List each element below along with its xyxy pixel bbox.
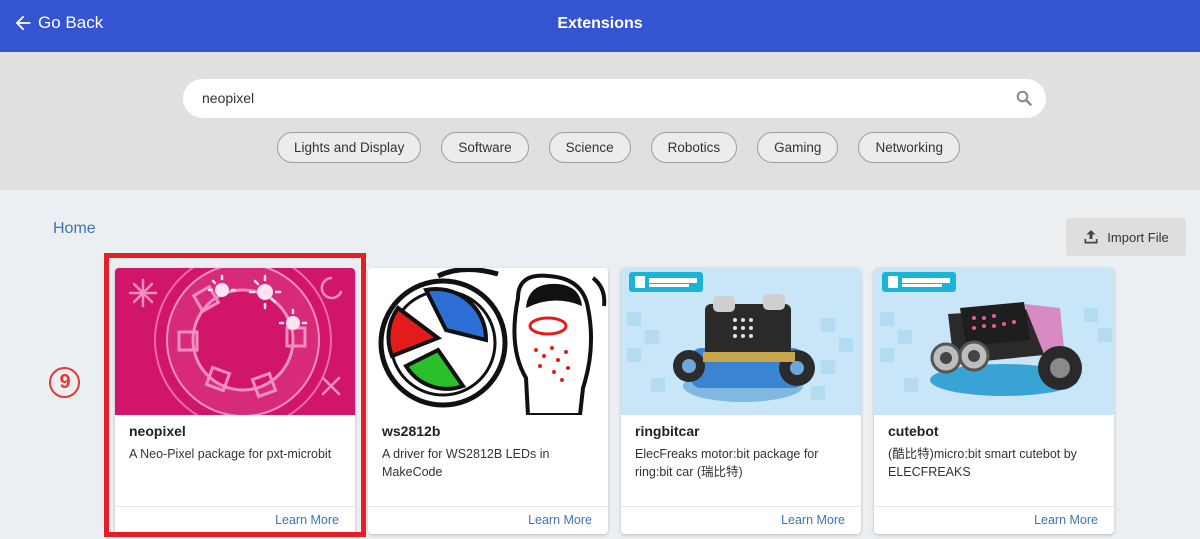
cutebot-thumbnail — [874, 268, 1114, 415]
ws2812b-thumbnail — [368, 268, 608, 415]
import-file-label: Import File — [1107, 229, 1169, 245]
ringbit-car-image — [621, 268, 861, 415]
card-title: ringbitcar — [635, 423, 700, 439]
category-robotics[interactable]: Robotics — [650, 132, 738, 163]
card-description: ElecFreaks motor:bit package for ring:bi… — [635, 447, 819, 479]
card-footer: Learn More — [368, 506, 608, 534]
cutebot-car-image — [874, 268, 1114, 415]
card-title: ws2812b — [382, 423, 441, 439]
card-footer: Learn More — [621, 506, 861, 534]
extension-card-cutebot[interactable]: cutebot (酷比特)micro:bit smart cutebot by … — [874, 268, 1114, 534]
import-file-button[interactable]: Import File — [1066, 218, 1186, 256]
annotation-marker: 9 — [48, 367, 82, 398]
learn-more-link[interactable]: Learn More — [528, 513, 592, 527]
learn-more-link[interactable]: Learn More — [1034, 513, 1098, 527]
category-chips: Lights and Display Software Science Robo… — [277, 132, 960, 163]
search-box[interactable] — [183, 79, 1046, 118]
learn-more-link[interactable]: Learn More — [781, 513, 845, 527]
card-description: A driver for WS2812B LEDs in MakeCode — [382, 447, 550, 479]
search-area: Lights and Display Software Science Robo… — [0, 52, 1200, 190]
card-description: (酷比特)micro:bit smart cutebot by ELECFREA… — [888, 447, 1077, 479]
card-title: cutebot — [888, 423, 939, 439]
category-science[interactable]: Science — [548, 132, 631, 163]
category-gaming[interactable]: Gaming — [757, 132, 839, 163]
search-icon[interactable] — [1016, 90, 1032, 106]
category-networking[interactable]: Networking — [858, 132, 960, 163]
ws2812b-drawing-image — [368, 268, 608, 415]
category-software[interactable]: Software — [441, 132, 529, 163]
upload-icon — [1084, 230, 1098, 244]
highlight-box — [104, 253, 366, 537]
top-bar: Go Back Extensions — [0, 0, 1200, 52]
extension-card-ringbitcar[interactable]: ringbitcar ElecFreaks motor:bit package … — [621, 268, 861, 534]
category-lights-and-display[interactable]: Lights and Display — [277, 132, 422, 163]
extension-card-ws2812b[interactable]: ws2812b A driver for WS2812B LEDs in Mak… — [368, 268, 608, 534]
search-input[interactable] — [202, 90, 982, 106]
page-title: Extensions — [557, 15, 643, 32]
ringbitcar-thumbnail — [621, 268, 861, 415]
marker-number: 9 — [59, 370, 71, 393]
breadcrumb-home[interactable]: Home — [53, 220, 96, 238]
card-footer: Learn More — [874, 506, 1114, 534]
